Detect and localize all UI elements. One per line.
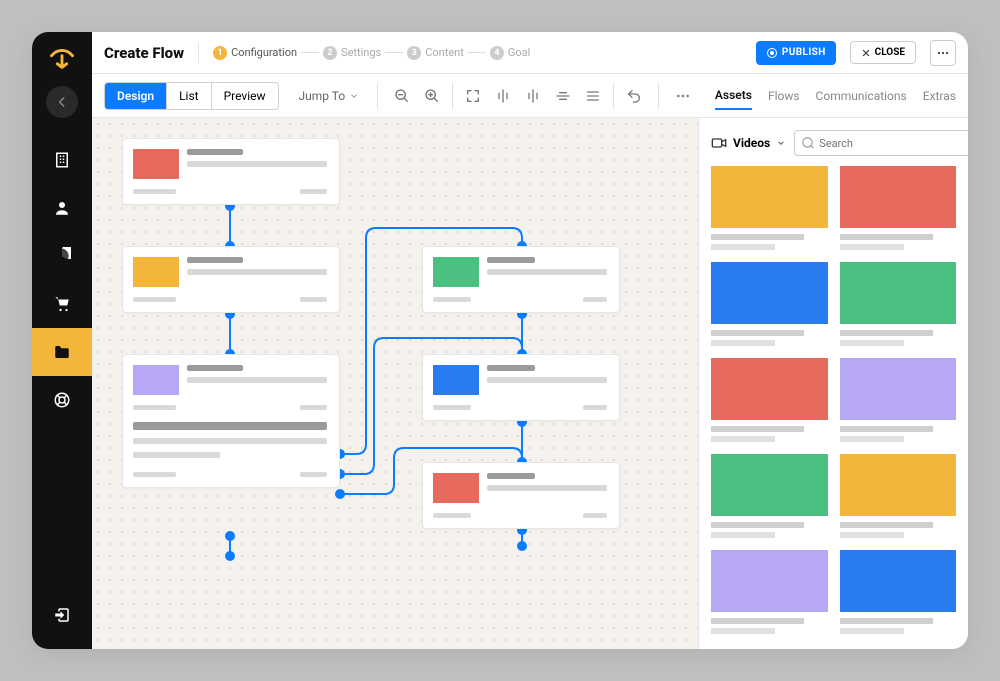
asset-tile[interactable] xyxy=(711,358,828,442)
jump-to-dropdown[interactable]: Jump To xyxy=(291,85,368,107)
sidebar-item-life-ring[interactable] xyxy=(32,376,92,424)
wizard-step-goal[interactable]: 4Goal xyxy=(490,46,530,60)
header-bar: Create Flow 1Configuration 2Settings 3Cont… xyxy=(92,32,968,74)
asset-tile[interactable] xyxy=(711,166,828,250)
zoom-out-button[interactable] xyxy=(388,82,416,110)
align-h-button[interactable] xyxy=(489,82,517,110)
close-label: CLOSE xyxy=(875,47,905,58)
overflow-menu-button[interactable] xyxy=(930,40,956,66)
asset-tile[interactable] xyxy=(840,166,957,250)
app-logo xyxy=(46,42,78,74)
asset-tile[interactable] xyxy=(840,454,957,538)
video-icon xyxy=(711,135,727,151)
align-v-button[interactable] xyxy=(519,82,547,110)
asset-tile[interactable] xyxy=(711,550,828,634)
asset-tile[interactable] xyxy=(840,358,957,442)
flow-node[interactable] xyxy=(422,246,620,313)
zoom-in-button[interactable] xyxy=(418,82,446,110)
wizard-step-configuration[interactable]: 1Configuration xyxy=(213,46,297,60)
view-mode-segment: DesignListPreview xyxy=(104,82,279,110)
wizard-step-content[interactable]: 3Content xyxy=(407,46,464,60)
wizard-step-settings[interactable]: 2Settings xyxy=(323,46,381,60)
expand-button[interactable] xyxy=(459,82,487,110)
sidebar-item-user[interactable] xyxy=(32,184,92,232)
panel-tab-communications[interactable]: Communications xyxy=(816,83,907,109)
toolbar-more-button[interactable] xyxy=(669,82,697,110)
flow-node[interactable] xyxy=(422,462,620,529)
sidebar-item-folder[interactable] xyxy=(32,328,92,376)
asset-type-dropdown[interactable]: Videos xyxy=(711,135,786,151)
panel-tab-flows[interactable]: Flows xyxy=(768,83,800,109)
left-sidebar xyxy=(32,32,92,649)
sidebar-item-building[interactable] xyxy=(32,136,92,184)
flow-node[interactable] xyxy=(122,138,340,205)
view-mode-list[interactable]: List xyxy=(167,83,212,109)
publish-label: PUBLISH xyxy=(782,47,826,58)
close-button[interactable]: CLOSE xyxy=(850,41,916,64)
page-title: Create Flow xyxy=(104,44,184,62)
asset-tile[interactable] xyxy=(840,262,957,346)
asset-search-input[interactable] xyxy=(794,130,968,156)
toolbar: DesignListPreview Jump To Assets Flows Com… xyxy=(92,74,968,118)
chevron-down-icon xyxy=(776,138,786,148)
asset-tile[interactable] xyxy=(711,454,828,538)
panel-tab-extras[interactable]: Extras xyxy=(923,83,956,109)
flow-node[interactable] xyxy=(122,354,340,488)
sidebar-item-pie[interactable] xyxy=(32,232,92,280)
wizard-steps: 1Configuration 2Settings 3Content 4Goal xyxy=(213,46,530,60)
asset-tile[interactable] xyxy=(711,262,828,346)
panel-tab-assets[interactable]: Assets xyxy=(715,82,752,110)
align-justify-button[interactable] xyxy=(579,82,607,110)
assets-panel: Videos xyxy=(698,118,968,649)
sidebar-item-cart[interactable] xyxy=(32,280,92,328)
asset-tile[interactable] xyxy=(840,550,957,634)
flow-node[interactable] xyxy=(422,354,620,421)
flow-node[interactable] xyxy=(122,246,340,313)
sidebar-item-logout[interactable] xyxy=(32,591,92,639)
view-mode-preview[interactable]: Preview xyxy=(212,83,278,109)
align-center-button[interactable] xyxy=(549,82,577,110)
back-button[interactable] xyxy=(46,86,78,118)
undo-button[interactable] xyxy=(620,82,648,110)
flow-canvas[interactable] xyxy=(92,118,698,649)
view-mode-design[interactable]: Design xyxy=(105,83,167,109)
publish-button[interactable]: PUBLISH xyxy=(756,41,836,65)
